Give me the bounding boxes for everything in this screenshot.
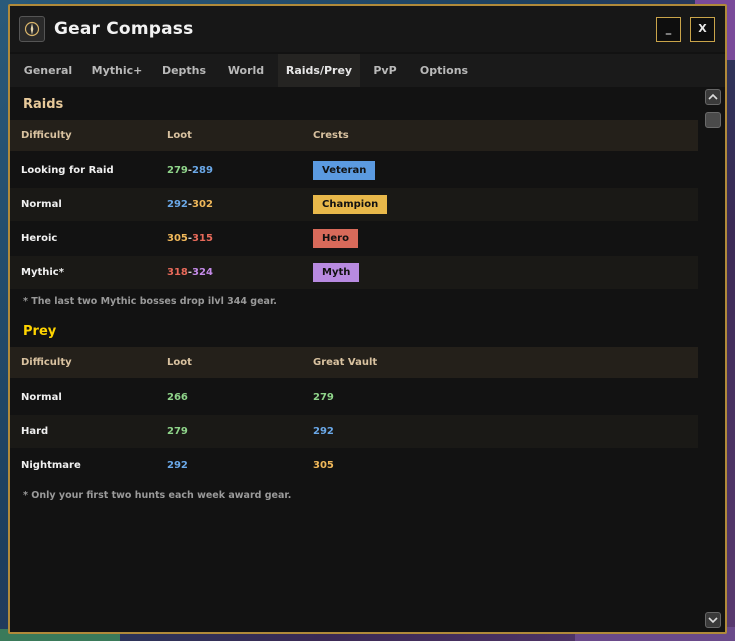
- raids-footnote: * The last two Mythic bosses drop ilvl 3…: [23, 296, 277, 307]
- column-header: Difficulty: [21, 357, 72, 368]
- tab-depths[interactable]: Depths: [156, 54, 212, 87]
- crest-cell: Champion: [313, 188, 388, 221]
- crest-cell: Hero: [313, 222, 358, 255]
- tab-general[interactable]: General: [18, 54, 78, 87]
- table-row: Hard 279 292: [10, 415, 698, 448]
- loot-range: 305-315: [167, 233, 213, 244]
- scroll-up-button[interactable]: [705, 89, 721, 105]
- minimize-button[interactable]: _: [656, 17, 681, 42]
- close-button[interactable]: X: [690, 17, 715, 42]
- difficulty-label: Mythic*: [21, 267, 64, 278]
- scroll-down-button[interactable]: [705, 612, 721, 628]
- table-row: Nightmare 292 305: [10, 449, 698, 482]
- difficulty-label: Normal: [21, 199, 62, 210]
- content-panel: Raids Difficulty Loot Crests Looking for…: [10, 89, 698, 632]
- vault-value: 292: [313, 426, 334, 437]
- table-row: Normal 266 279: [10, 381, 698, 414]
- crest-badge-hero: Hero: [313, 229, 358, 248]
- crest-badge-myth: Myth: [313, 263, 360, 282]
- loot-value: 292: [167, 460, 188, 471]
- window-title: Gear Compass: [54, 19, 194, 39]
- column-header: Difficulty: [21, 130, 72, 141]
- tab-pvp[interactable]: PvP: [366, 54, 404, 87]
- scroll-thumb[interactable]: [705, 112, 721, 128]
- tab-bar: General Mythic+ Depths World Raids/Prey …: [10, 54, 725, 87]
- prey-section-title: Prey: [23, 324, 57, 339]
- difficulty-label: Normal: [21, 392, 62, 403]
- prey-table-header: Difficulty Loot Great Vault: [10, 347, 698, 378]
- chevron-up-icon: [708, 93, 718, 100]
- loot-range: 279-289: [167, 165, 213, 176]
- crest-cell: Veteran: [313, 154, 376, 187]
- raids-table-header: Difficulty Loot Crests: [10, 120, 698, 151]
- difficulty-label: Heroic: [21, 233, 58, 244]
- gear-compass-window: Gear Compass _ X General Mythic+ Depths …: [8, 4, 727, 634]
- loot-range: 292-302: [167, 199, 213, 210]
- loot-value: 279: [167, 426, 188, 437]
- tab-options[interactable]: Options: [414, 54, 474, 87]
- compass-icon: [19, 16, 45, 42]
- table-row: Normal 292-302 Champion: [10, 188, 698, 221]
- raids-section-title: Raids: [23, 97, 64, 112]
- title-bar[interactable]: Gear Compass _ X: [10, 6, 725, 52]
- crest-badge-champion: Champion: [313, 195, 388, 214]
- chevron-down-icon: [708, 617, 718, 624]
- table-row: Looking for Raid 279-289 Veteran: [10, 154, 698, 187]
- column-header: Crests: [313, 130, 349, 141]
- tab-raids-prey[interactable]: Raids/Prey: [278, 54, 360, 87]
- column-header: Loot: [167, 357, 192, 368]
- table-row: Heroic 305-315 Hero: [10, 222, 698, 255]
- difficulty-label: Nightmare: [21, 460, 81, 471]
- vault-value: 279: [313, 392, 334, 403]
- column-header: Great Vault: [313, 357, 378, 368]
- crest-cell: Myth: [313, 256, 360, 289]
- loot-value: 266: [167, 392, 188, 403]
- loot-range: 318-324: [167, 267, 213, 278]
- prey-footnote: * Only your first two hunts each week aw…: [23, 490, 292, 501]
- table-row: Mythic* 318-324 Myth: [10, 256, 698, 289]
- difficulty-label: Looking for Raid: [21, 165, 114, 176]
- tab-mythic-plus[interactable]: Mythic+: [86, 54, 148, 87]
- vault-value: 305: [313, 460, 334, 471]
- tab-world[interactable]: World: [220, 54, 272, 87]
- difficulty-label: Hard: [21, 426, 49, 437]
- crest-badge-veteran: Veteran: [313, 161, 376, 180]
- scrollbar[interactable]: [704, 89, 723, 632]
- column-header: Loot: [167, 130, 192, 141]
